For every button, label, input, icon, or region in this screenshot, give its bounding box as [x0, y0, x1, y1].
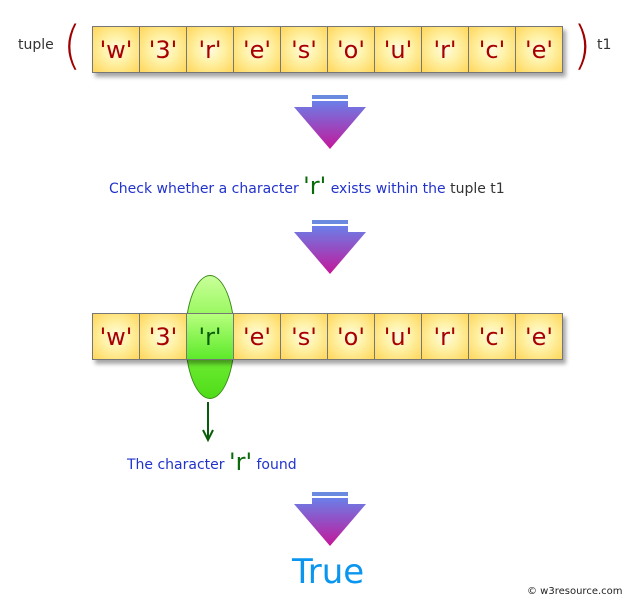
tuple-cell: 's'	[280, 26, 328, 73]
copyright-notice: © w3resource.com	[527, 586, 623, 597]
down-arrow-icon	[294, 492, 366, 546]
tuple-cell: 'c'	[468, 313, 516, 360]
tuple-label: tuple	[18, 37, 54, 53]
tuple-cell: 'u'	[374, 313, 422, 360]
pointer-arrow-icon	[202, 402, 214, 442]
tuple-name-label: t1	[597, 37, 612, 53]
step2-char: 'r'	[228, 448, 253, 476]
tuple-row-top: 'w' '3''r''e''s''o''u''r''c''e'	[92, 26, 563, 73]
tuple-cell: 'r'	[421, 313, 469, 360]
tuple-cell: 'c'	[468, 26, 516, 73]
tuple-row-search: 'w' '3''r''e''s''o''u''r''c''e'	[92, 313, 563, 360]
step1-middle: exists within the	[330, 181, 446, 197]
down-arrow-icon	[294, 95, 366, 149]
tuple-cell: '3'	[139, 313, 187, 360]
result-value: True	[292, 552, 365, 592]
tuple-cell: 'o'	[327, 26, 375, 73]
tuple-cell: 'o'	[327, 313, 375, 360]
down-arrow-icon	[294, 220, 366, 274]
step1-suffix: tuple t1	[450, 181, 505, 197]
tuple-cell: 'r'	[421, 26, 469, 73]
step1-message: Check whether a character 'r' exists wit…	[109, 172, 505, 200]
tuple-cell: 's'	[280, 313, 328, 360]
tuple-cell: '3'	[139, 26, 187, 73]
step1-prefix: Check whether a character	[109, 181, 299, 197]
tuple-cell: 'e'	[515, 313, 563, 360]
tuple-cell-match: 'r'	[186, 313, 234, 360]
tuple-cell: 'e'	[233, 26, 281, 73]
step2-message: The character 'r' found	[127, 448, 297, 476]
step2-prefix: The character	[127, 457, 225, 473]
tuple-cell: 'w'	[92, 313, 140, 360]
tuple-cell: 'w'	[92, 26, 140, 73]
open-parenthesis: (	[63, 16, 82, 76]
close-parenthesis: )	[573, 16, 592, 76]
tuple-cell: 'u'	[374, 26, 422, 73]
tuple-cell: 'e'	[515, 26, 563, 73]
tuple-cell: 'r'	[186, 26, 234, 73]
step2-suffix: found	[256, 457, 297, 473]
tuple-cell: 'e'	[233, 313, 281, 360]
step1-char: 'r'	[303, 172, 327, 200]
